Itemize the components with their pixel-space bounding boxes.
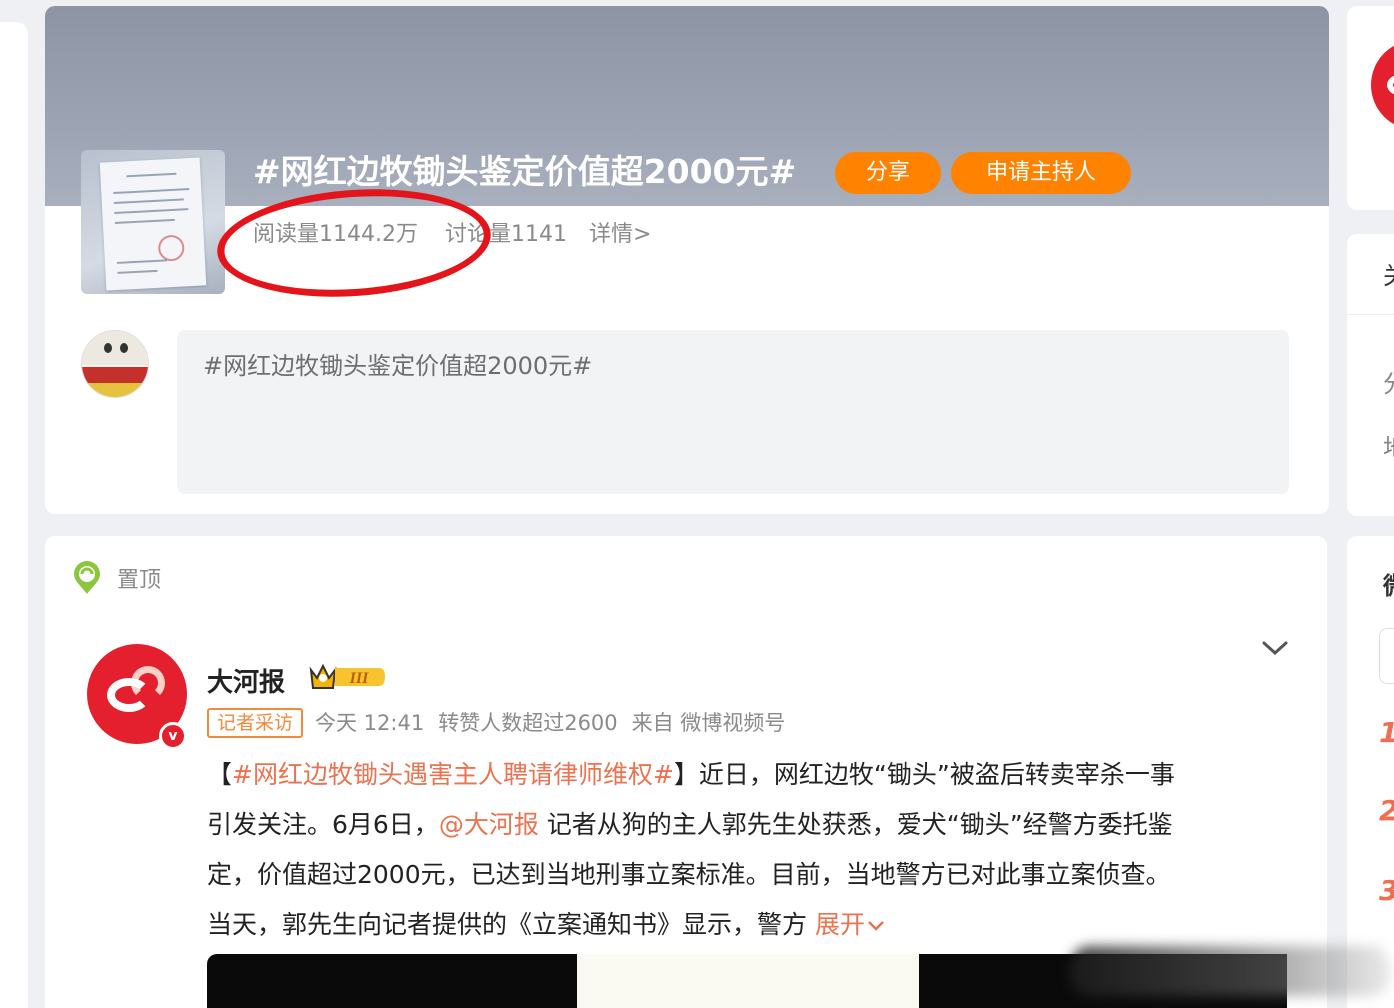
hashtag-link[interactable]: #网红边牧锄头遇害主人聘请律师维权# xyxy=(232,760,674,789)
topic-cover-image[interactable] xyxy=(81,150,225,294)
right-hot-card: 微 1 2 3 xyxy=(1347,536,1394,1008)
reporter-tag: 记者采访 xyxy=(207,708,304,738)
hot-rank-3[interactable]: 3 xyxy=(1379,874,1394,907)
media-frame-left[interactable] xyxy=(207,954,577,1008)
blurred-overlay xyxy=(1070,946,1390,996)
hot-card-title: 微 xyxy=(1383,566,1394,601)
pin-icon xyxy=(74,561,100,594)
expand-chevron-icon xyxy=(868,921,884,931)
crown-level-badge-icon[interactable]: III xyxy=(307,660,387,694)
mention-link[interactable]: @大河报 xyxy=(439,810,539,839)
chevron-down-icon[interactable] xyxy=(1261,638,1289,658)
right-info-card: 关 分 地 xyxy=(1347,234,1394,516)
composer-text: #网红边牧锄头鉴定价值超2000元# xyxy=(203,352,593,380)
verified-badge-icon: v xyxy=(159,722,187,750)
post-source[interactable]: 来自 微博视频号 xyxy=(632,711,786,735)
pinned-label: 置顶 xyxy=(117,568,162,593)
hot-rank-1[interactable]: 1 xyxy=(1379,716,1394,749)
post-meta: 今天 12:41 转赞人数超过2600 来自 微博视频号 xyxy=(315,708,799,738)
document-thumbnail xyxy=(99,157,207,291)
post-line-3: 定，价值超过2000元，已达到当地刑事立案标准。目前，当地警方已对此事立案侦查。 xyxy=(207,860,1171,889)
apply-host-button[interactable]: 申请主持人 xyxy=(951,152,1131,194)
media-frame-center[interactable] xyxy=(577,954,919,1008)
hot-rank-2[interactable]: 2 xyxy=(1379,794,1394,827)
post-line-2: 引发关注。6月6日，@大河报 记者从狗的主人郭先生处获悉，爱犬“锄头”经警方委托… xyxy=(207,810,1173,839)
post-line-1: 【#网红边牧锄头遇害主人聘请律师维权#】近日，网红边牧“锄头”被盗后转卖宰杀一事 xyxy=(207,760,1175,789)
author-name[interactable]: 大河报 xyxy=(207,662,285,699)
post-composer-input[interactable]: #网红边牧锄头鉴定价值超2000元# xyxy=(177,330,1289,494)
likes-note: 转赞人数超过2600 xyxy=(438,711,618,735)
user-avatar[interactable] xyxy=(81,330,149,398)
pinned-post-card: 置顶 v 大河报 III 记者采访 今天 12:41 转赞人数超过2600 来自 微… xyxy=(45,536,1327,1008)
post-time[interactable]: 今天 12:41 xyxy=(315,711,424,735)
post-text: 【#网红边牧锄头遇害主人聘请律师维权#】近日，网红边牧“锄头”被盗后转卖宰杀一事… xyxy=(207,750,1297,950)
author-avatar[interactable]: v xyxy=(87,644,187,750)
topic-title: #网红边牧锄头鉴定价值超2000元# xyxy=(253,152,797,191)
expand-link[interactable]: 展开 xyxy=(815,910,887,939)
level-text: III xyxy=(349,670,369,687)
dahebao-logo-icon[interactable] xyxy=(1371,40,1394,130)
right-profile-card xyxy=(1347,6,1394,210)
post-line-4: 当天，郭先生向记者提供的《立案通知书》显示，警方 展开 xyxy=(207,900,1297,950)
hot-card-tab[interactable] xyxy=(1379,628,1394,684)
right-card-row-2: 地 xyxy=(1383,428,1394,463)
right-card-row-1: 分 xyxy=(1383,364,1394,399)
details-link[interactable]: 详情> xyxy=(589,220,651,250)
topic-header-card: #网红边牧锄头鉴定价值超2000元# 分享 申请主持人 阅读量1144.2万 讨… xyxy=(45,6,1329,514)
share-button[interactable]: 分享 xyxy=(835,152,941,194)
left-sidebar-edge xyxy=(0,22,28,1008)
right-card-title: 关 xyxy=(1383,256,1394,291)
